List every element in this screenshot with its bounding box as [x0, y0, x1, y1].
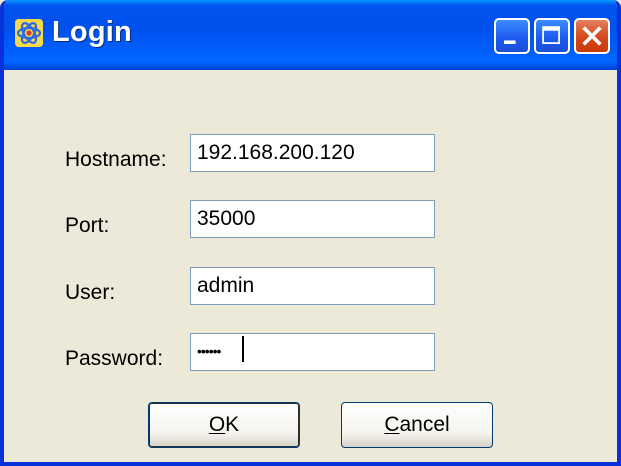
atom-icon	[15, 19, 43, 47]
maximize-button[interactable]	[534, 18, 570, 54]
maximize-icon	[542, 26, 560, 44]
close-button[interactable]	[574, 18, 610, 54]
user-input[interactable]	[190, 267, 435, 305]
password-label: Password:	[65, 347, 164, 370]
cancel-button[interactable]: Cancel	[341, 402, 493, 448]
login-window: Login Hostname: Port: User: Password:	[0, 0, 621, 466]
port-input[interactable]	[190, 200, 435, 238]
dialog-body: Hostname: Port: User: Password: •••••• O…	[4, 70, 617, 462]
ok-label-rest: K	[225, 413, 240, 436]
titlebar[interactable]: Login	[4, 0, 617, 70]
password-input[interactable]: ••••••	[190, 333, 435, 371]
password-mask: ••••••	[197, 343, 221, 359]
hostname-label: Hostname:	[65, 148, 167, 171]
cancel-label-rest: ancel	[399, 413, 450, 436]
ok-button[interactable]: OK	[148, 402, 300, 448]
hostname-input[interactable]	[190, 134, 435, 172]
user-label: User:	[65, 281, 116, 304]
window-title: Login	[52, 16, 132, 48]
port-label: Port:	[65, 214, 110, 237]
close-icon	[582, 26, 602, 46]
ok-accelerator: O	[208, 413, 226, 436]
minimize-button[interactable]	[494, 18, 530, 54]
text-cursor	[242, 336, 244, 362]
cancel-accelerator: C	[384, 413, 400, 436]
minimize-icon	[504, 40, 516, 44]
